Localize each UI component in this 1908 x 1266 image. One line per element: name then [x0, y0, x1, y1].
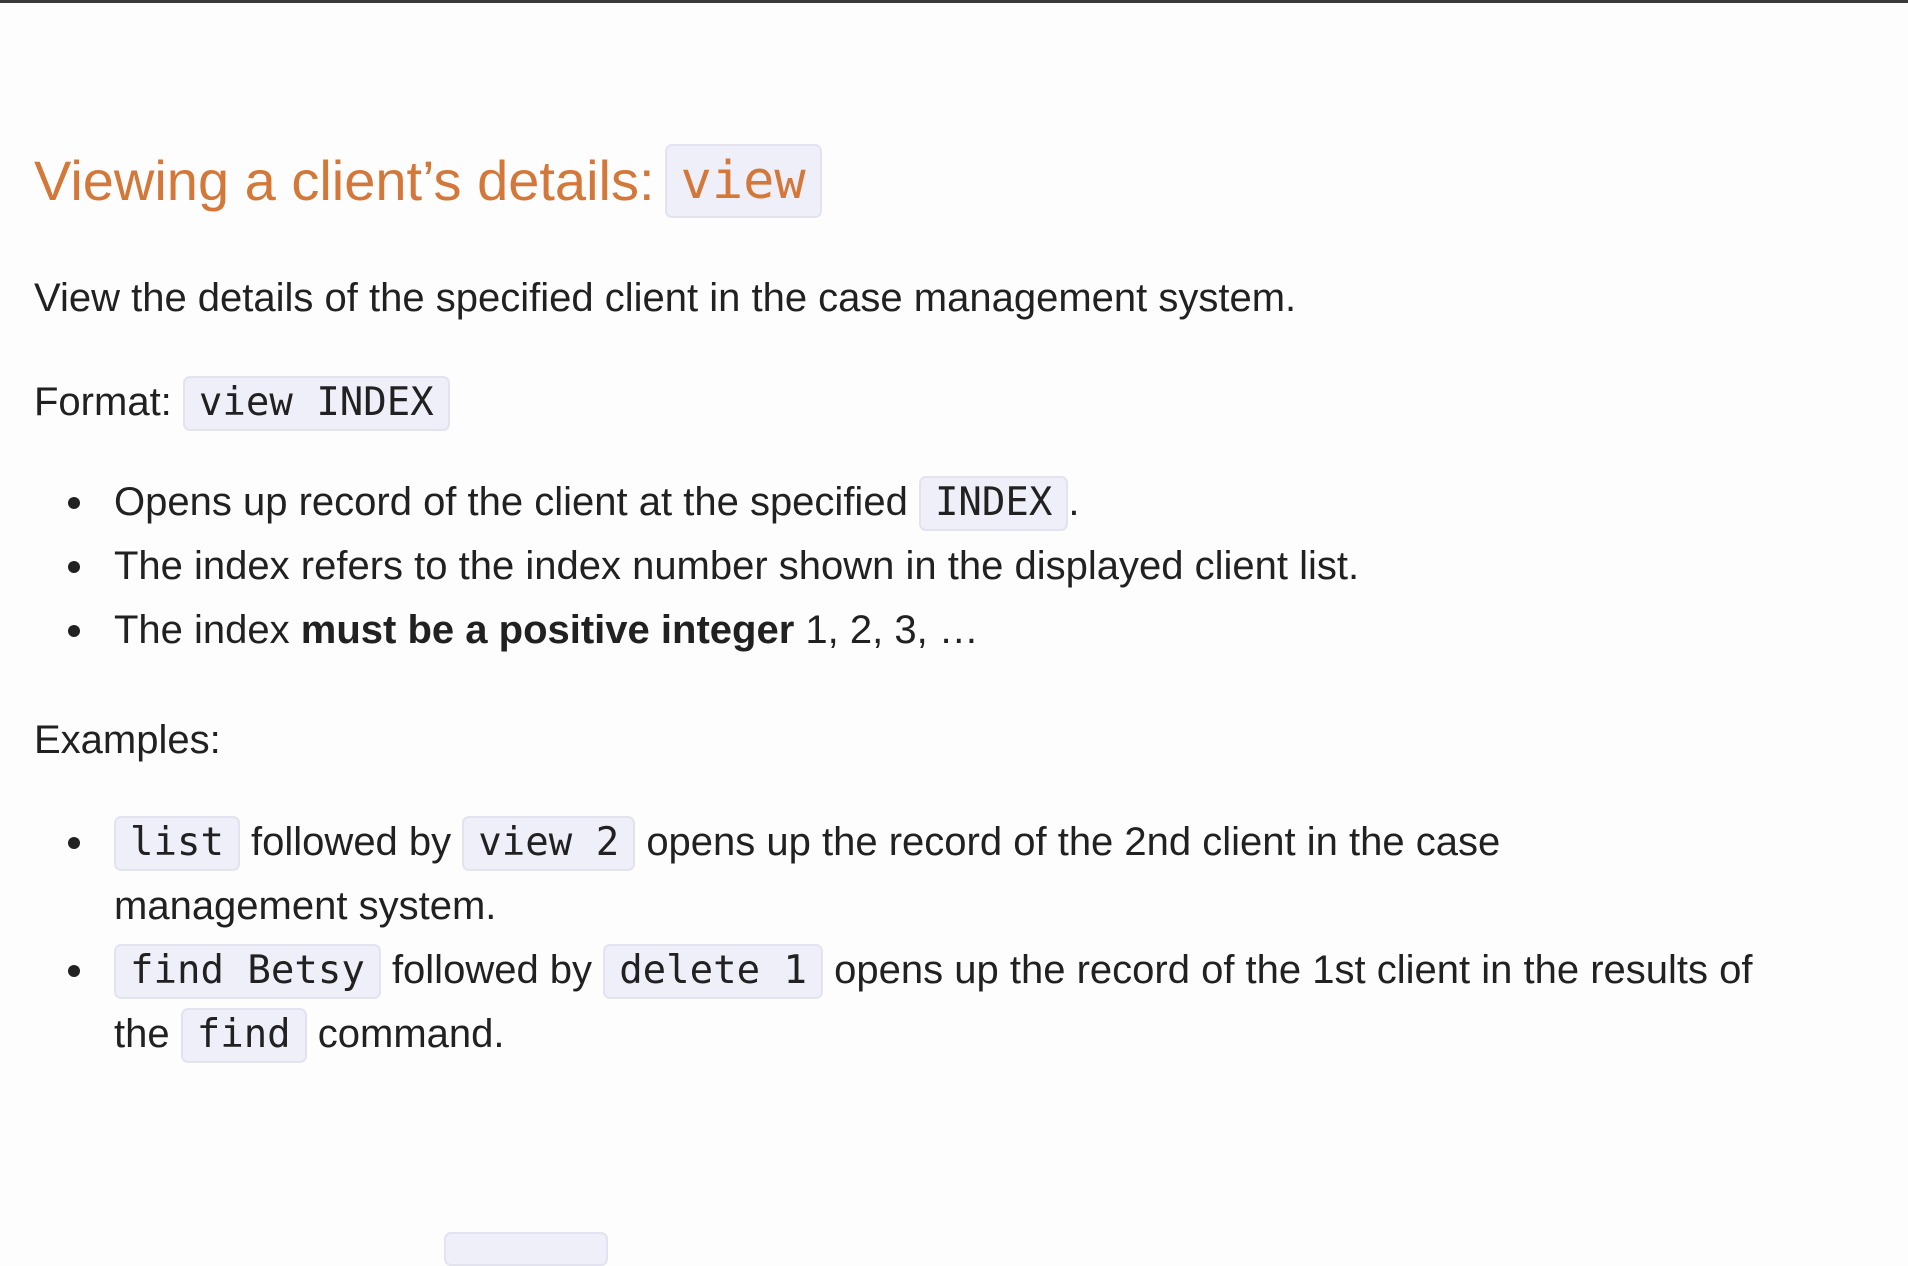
example-row: list followed by view 2 opens up the rec…	[114, 810, 1884, 874]
bullet-icon	[68, 837, 80, 849]
example-code: find	[180, 1008, 307, 1063]
description: View the details of the specified client…	[34, 276, 1297, 320]
list-item: list followed by view 2 opens up the rec…	[34, 810, 1884, 938]
note-suffix: .	[1068, 480, 1080, 524]
example-row: the find command.	[114, 1002, 1884, 1066]
example-text: opens up the record of the 2nd client in…	[646, 820, 1501, 864]
heading-text: Viewing a client’s details:	[34, 149, 655, 212]
example-text: opens up the record of the 1st client in…	[834, 948, 1753, 992]
example-text: followed by	[391, 948, 593, 992]
bullet-icon	[68, 965, 80, 977]
list-item: find Betsy followed by delete 1 opens up…	[34, 938, 1884, 1066]
format-label: Format:	[34, 380, 172, 424]
notes-list: Opens up record of the client at the spe…	[34, 470, 1884, 662]
examples-label: Examples:	[34, 718, 221, 762]
example-row: management system.	[114, 874, 1884, 938]
index-code: INDEX	[918, 476, 1069, 531]
example-row: find Betsy followed by delete 1 opens up…	[114, 938, 1884, 1002]
example-code: find Betsy	[114, 944, 381, 999]
example-text: management system.	[114, 884, 497, 928]
next-section-code-cutoff	[444, 1232, 608, 1266]
example-code: delete 1	[603, 944, 824, 999]
note-emphasis: must be a positive integer	[300, 608, 795, 652]
example-text: the	[114, 1012, 170, 1056]
format-command-code: view INDEX	[182, 376, 450, 431]
example-code: view 2	[462, 816, 636, 871]
note-text: Opens up record of the client at the spe…	[114, 480, 908, 524]
section-heading: Viewing a client’s details: view	[34, 143, 822, 219]
list-item: The index refers to the index number sho…	[34, 534, 1884, 598]
top-border	[0, 0, 1908, 3]
bullet-icon	[68, 561, 80, 573]
bullet-icon	[68, 625, 80, 637]
note-suffix: 1, 2, 3, …	[805, 608, 979, 652]
list-item: Opens up record of the client at the spe…	[34, 470, 1884, 534]
note-prefix: The index	[114, 608, 290, 652]
note-text: The index refers to the index number sho…	[114, 544, 1360, 588]
example-text: command.	[317, 1012, 505, 1056]
example-code: list	[114, 816, 240, 871]
bullet-icon	[68, 497, 80, 509]
format-line: Format: view INDEX	[34, 374, 450, 431]
examples-list: list followed by view 2 opens up the rec…	[34, 810, 1884, 1066]
list-item: The index must be a positive integer 1, …	[34, 598, 1884, 662]
heading-command-code: view	[664, 143, 822, 219]
example-text: followed by	[251, 820, 452, 864]
